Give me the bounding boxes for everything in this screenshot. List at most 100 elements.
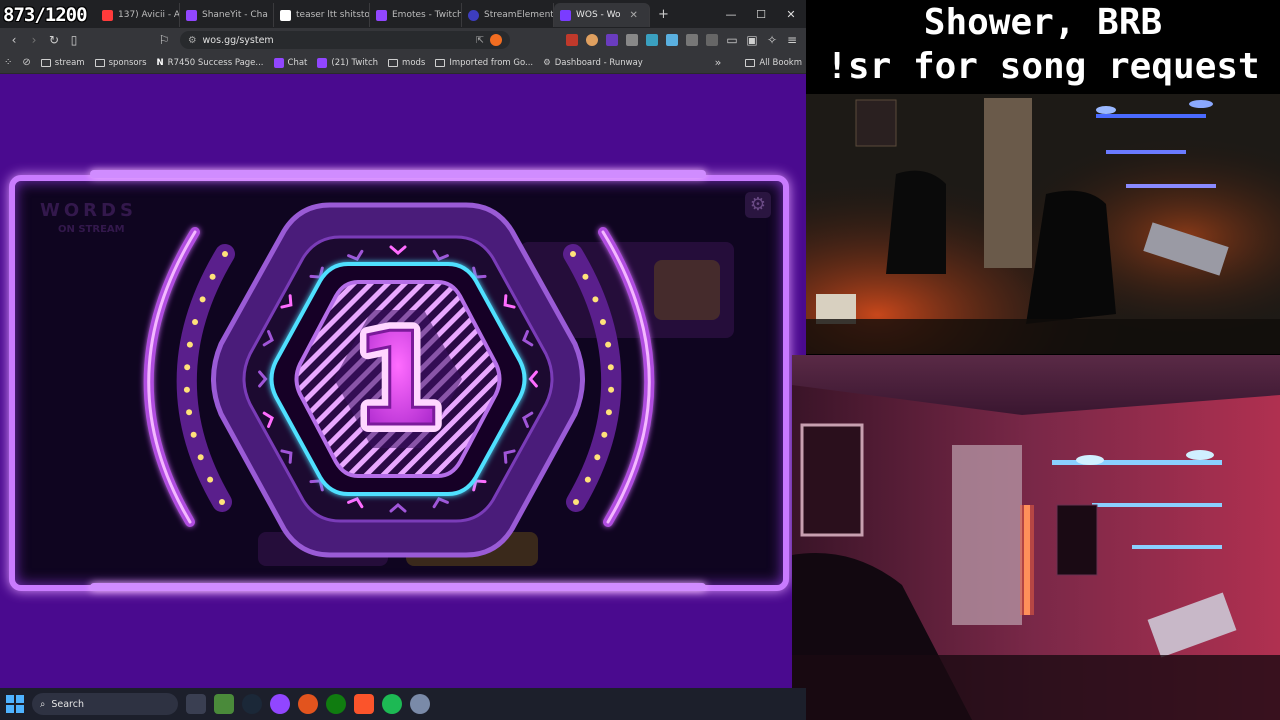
led-shelf xyxy=(1132,545,1222,549)
folder-icon xyxy=(94,58,105,67)
led-light xyxy=(1096,106,1116,114)
light-bulb xyxy=(186,341,193,348)
globe-icon[interactable]: ⊘ xyxy=(22,57,30,68)
light-bulb xyxy=(207,476,214,483)
brave-icon[interactable] xyxy=(354,694,374,714)
led-shelf xyxy=(1126,184,1216,188)
tab-emotes[interactable]: Emotes - Twitch xyxy=(370,3,462,27)
bookmark-sponsors[interactable]: sponsors xyxy=(94,58,147,68)
n-logo-icon: N xyxy=(156,57,164,68)
door xyxy=(984,98,1032,268)
extension-icon[interactable] xyxy=(586,34,598,46)
tab-teaser[interactable]: teaser ltt shitstor xyxy=(274,3,370,27)
bookmark-label: Imported from Go... xyxy=(449,57,534,68)
menu-icon[interactable]: ≡ xyxy=(782,33,802,47)
light-bulb xyxy=(582,273,589,280)
extensions-puzzle-icon[interactable] xyxy=(686,34,698,46)
sidebar-toggle-icon[interactable]: ▭ xyxy=(722,33,742,47)
light-bulb xyxy=(184,364,191,371)
bookmark-imported[interactable]: Imported from Go... xyxy=(435,58,533,68)
wos-game-area: WORDS ON STREAM ⚙ 1 1 xyxy=(0,74,806,688)
overlay-title: Shower, BRB xyxy=(923,1,1163,44)
settings-icon[interactable] xyxy=(410,694,430,714)
light-bulb xyxy=(209,273,216,280)
extension-icon[interactable] xyxy=(666,34,678,46)
webcam-bottom-feed xyxy=(792,355,1280,720)
spotify-icon[interactable] xyxy=(382,694,402,714)
tab-streamelements[interactable]: StreamElements xyxy=(462,3,554,27)
taskbar-search[interactable]: ⌕ Search xyxy=(32,693,178,715)
light-bulb xyxy=(192,319,199,326)
wallet-icon[interactable]: ▣ xyxy=(742,33,762,47)
windows-start-icon[interactable] xyxy=(6,695,24,713)
sidebar-icon[interactable]: ▯ xyxy=(64,33,84,47)
bookmarks-bar: ⁘ ⊘ stream sponsors N R7450 Success Page.… xyxy=(0,52,806,74)
bookmark-label: Chat xyxy=(287,57,308,68)
site-info-icon[interactable]: ⚙ xyxy=(188,35,197,46)
light-bulb xyxy=(594,454,601,461)
tab-label: teaser ltt shitstor xyxy=(296,10,370,20)
twitch-icon xyxy=(273,57,284,68)
bookmark-chat[interactable]: Chat xyxy=(273,57,308,68)
search-icon: ⌕ xyxy=(40,698,46,710)
minimize-icon[interactable]: — xyxy=(716,8,746,21)
search-placeholder: Search xyxy=(51,698,84,710)
door xyxy=(952,445,1022,625)
countdown-number: 1 xyxy=(353,306,442,455)
extension-icon[interactable] xyxy=(646,34,658,46)
close-tab-icon[interactable]: ✕ xyxy=(630,10,638,21)
tab-label: WOS - Wo xyxy=(576,10,621,20)
extension-icon[interactable] xyxy=(606,34,618,46)
light-bulb xyxy=(570,251,576,257)
all-bookmarks[interactable]: All Bookm xyxy=(745,58,802,68)
folder-icon xyxy=(40,58,51,67)
docs-icon xyxy=(280,9,291,21)
twitch-icon xyxy=(376,9,387,21)
light-bulb xyxy=(186,409,193,416)
bookmark-twitch[interactable]: (21) Twitch xyxy=(317,57,379,68)
tab-avicii[interactable]: 137) Avicii - Adc xyxy=(96,3,180,27)
tab-label: 137) Avicii - Adc xyxy=(118,10,180,20)
close-icon[interactable]: ✕ xyxy=(776,8,806,21)
extension-icon[interactable] xyxy=(706,34,718,46)
more-bookmarks-icon[interactable]: » xyxy=(715,56,722,69)
tab-shaneyit[interactable]: ShaneYit - Cha xyxy=(180,3,274,27)
tab-wos[interactable]: WOS - Wo ✕ xyxy=(554,3,650,27)
runway-icon: ⚙ xyxy=(543,57,551,68)
url-text: wos.gg/system xyxy=(202,34,274,46)
light-bulb xyxy=(219,499,225,505)
bookmark-stream[interactable]: stream xyxy=(40,58,85,68)
bookmark-runway[interactable]: ⚙ Dashboard - Runway xyxy=(543,58,643,68)
brave-shields-icon[interactable] xyxy=(490,34,502,46)
led-light xyxy=(1189,100,1213,108)
new-tab-button[interactable]: + xyxy=(658,7,669,22)
task-view-icon[interactable] xyxy=(186,694,206,714)
xbox-icon[interactable] xyxy=(326,694,346,714)
bookmark-r7450[interactable]: N R7450 Success Page... xyxy=(157,58,264,68)
extension-icon[interactable] xyxy=(566,34,578,46)
obs-icon[interactable] xyxy=(298,694,318,714)
led-shelf xyxy=(1092,503,1222,507)
folder-icon xyxy=(745,58,756,67)
bookmark-icon[interactable]: ⚐ xyxy=(154,33,174,47)
browser-window: 137) Avicii - Adc ShaneYit - Cha teaser … xyxy=(0,0,806,688)
twitch-icon[interactable] xyxy=(270,694,290,714)
apps-grid-icon[interactable]: ⁘ xyxy=(4,57,12,68)
youtube-icon xyxy=(102,9,113,21)
tab-bar: 137) Avicii - Adc ShaneYit - Cha teaser … xyxy=(0,0,806,28)
minecraft-icon[interactable] xyxy=(214,694,234,714)
bookmark-mods[interactable]: mods xyxy=(388,58,425,68)
bookmark-label: (21) Twitch xyxy=(331,57,379,68)
extension-icon[interactable] xyxy=(626,34,638,46)
forward-icon[interactable]: › xyxy=(24,33,44,47)
leo-ai-icon[interactable]: ✧ xyxy=(762,33,782,47)
share-icon[interactable]: ⇱ xyxy=(476,35,484,46)
steam-icon[interactable] xyxy=(242,694,262,714)
reload-icon[interactable]: ↻ xyxy=(44,33,64,47)
webcam-top xyxy=(806,94,1280,354)
back-icon[interactable]: ‹ xyxy=(4,33,24,47)
poster xyxy=(1056,504,1098,576)
url-bar[interactable]: ⚙ wos.gg/system ⇱ xyxy=(180,31,510,49)
maximize-icon[interactable]: ☐ xyxy=(746,8,776,21)
stream-layout: 137) Avicii - Adc ShaneYit - Cha teaser … xyxy=(0,0,1280,720)
